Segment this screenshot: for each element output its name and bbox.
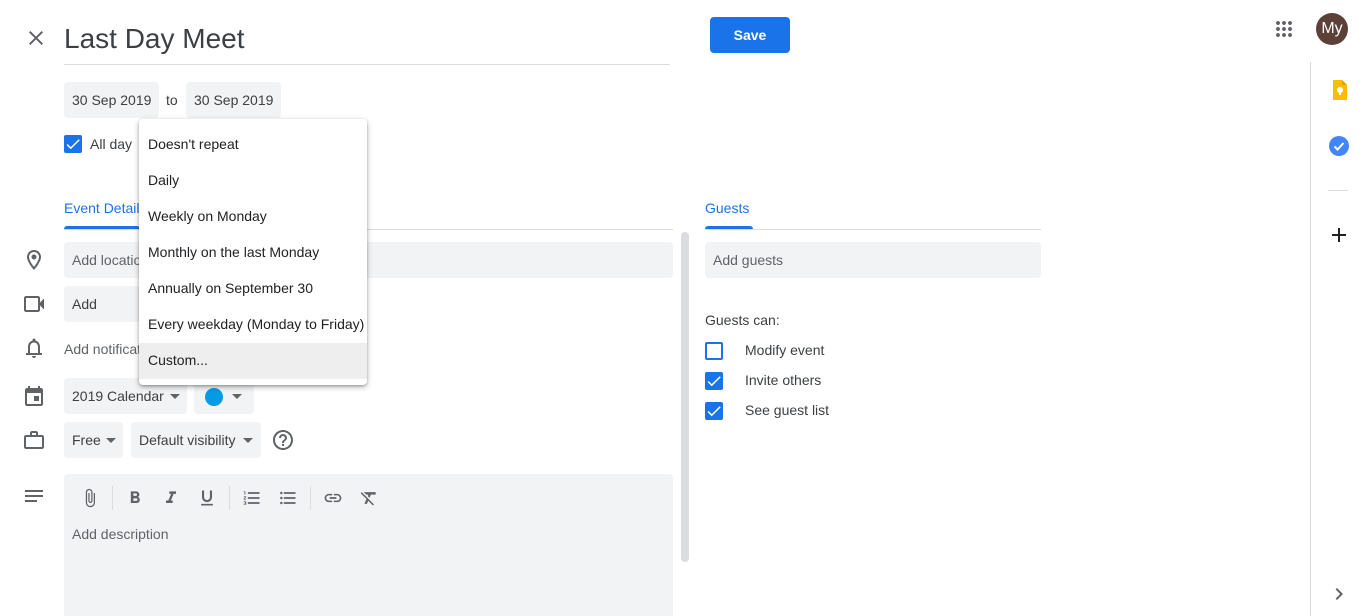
invite-others-label: Invite others — [745, 372, 822, 388]
repeat-option-none[interactable]: Doesn't repeat — [139, 127, 367, 163]
video-camera-icon — [22, 292, 46, 316]
link-icon[interactable] — [321, 486, 345, 510]
modify-event-label: Modify event — [745, 342, 825, 358]
visibility-label: Default visibility — [139, 432, 236, 448]
modify-event-checkbox[interactable] — [705, 342, 723, 360]
see-guest-list-checkbox[interactable] — [705, 402, 723, 420]
availability-select[interactable]: Free — [64, 422, 123, 458]
help-icon[interactable] — [271, 428, 295, 452]
plus-icon[interactable] — [1327, 223, 1351, 247]
save-button[interactable]: Save — [710, 17, 790, 53]
tab-guests[interactable]: Guests — [705, 200, 749, 216]
repeat-option-monthly[interactable]: Monthly on the last Monday — [139, 235, 367, 271]
scrollbar[interactable] — [681, 232, 689, 562]
side-panel-border — [1310, 62, 1311, 616]
event-title-input[interactable]: Last Day Meet — [64, 18, 670, 65]
notes-icon — [22, 484, 46, 508]
repeat-dropdown-menu: Doesn't repeat Daily Weekly on Monday Mo… — [139, 119, 367, 385]
guests-can-label: Guests can: — [705, 312, 780, 328]
toolbar-separator — [112, 486, 113, 510]
caret-down-icon — [170, 394, 180, 399]
tab-divider — [705, 229, 1041, 230]
end-date-button[interactable]: 30 Sep 2019 — [186, 82, 282, 118]
start-date-button[interactable]: 30 Sep 2019 — [64, 82, 160, 118]
see-guest-list-label: See guest list — [745, 402, 830, 418]
repeat-option-custom[interactable]: Custom... — [139, 343, 367, 379]
calendar-icon — [22, 384, 46, 408]
italic-icon[interactable] — [159, 486, 183, 510]
color-swatch — [205, 388, 223, 406]
repeat-option-daily[interactable]: Daily — [139, 163, 367, 199]
caret-down-icon — [106, 438, 116, 443]
chevron-right-icon[interactable] — [1327, 582, 1351, 606]
side-panel-separator — [1328, 190, 1348, 191]
caret-down-icon — [232, 394, 242, 399]
visibility-select[interactable]: Default visibility — [131, 422, 261, 458]
tasks-icon[interactable] — [1327, 134, 1351, 158]
check-icon — [707, 406, 721, 417]
numbered-list-icon[interactable] — [240, 486, 264, 510]
calendar-select-label: 2019 Calendar — [72, 388, 164, 404]
check-icon — [66, 139, 80, 150]
invite-others-checkbox[interactable] — [705, 372, 723, 390]
date-to-label: to — [166, 92, 178, 108]
attachment-icon[interactable] — [78, 486, 102, 510]
check-icon — [707, 376, 721, 387]
repeat-option-weekday[interactable]: Every weekday (Monday to Friday) — [139, 307, 367, 343]
bell-icon — [22, 336, 46, 360]
location-pin-icon — [22, 248, 46, 272]
clear-formatting-icon[interactable] — [357, 486, 381, 510]
keep-icon[interactable] — [1327, 78, 1351, 102]
all-day-label: All day — [90, 136, 133, 152]
repeat-option-annually[interactable]: Annually on September 30 — [139, 271, 367, 307]
caret-down-icon — [243, 438, 253, 443]
apps-grid-icon[interactable] — [1272, 17, 1296, 41]
briefcase-icon — [22, 428, 46, 452]
add-guests-input[interactable]: Add guests — [705, 242, 1041, 278]
bold-icon[interactable] — [123, 486, 147, 510]
tab-event-details[interactable]: Event Details — [64, 200, 146, 216]
close-icon[interactable] — [24, 26, 48, 50]
toolbar-separator — [310, 486, 311, 510]
availability-label: Free — [72, 432, 101, 448]
repeat-option-weekly[interactable]: Weekly on Monday — [139, 199, 367, 235]
toolbar-separator — [229, 486, 230, 510]
description-placeholder: Add description — [72, 526, 169, 542]
underline-icon[interactable] — [195, 486, 219, 510]
bulleted-list-icon[interactable] — [276, 486, 300, 510]
all-day-checkbox[interactable] — [64, 135, 82, 153]
avatar[interactable]: My — [1316, 13, 1348, 45]
description-editor[interactable] — [64, 474, 673, 616]
